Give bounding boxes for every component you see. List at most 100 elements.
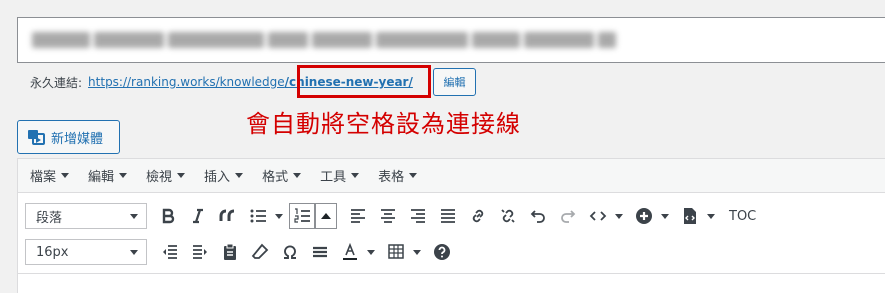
- bold-icon: [162, 208, 175, 224]
- toolbar-row-2: 16px: [18, 234, 885, 270]
- omega-icon: [284, 245, 296, 259]
- permalink-slug[interactable]: /chinese-new-year/: [285, 75, 413, 89]
- permalink-base-url[interactable]: https://ranking.works/knowledge: [88, 75, 285, 89]
- toolbar-row-1: 段落 TOC: [18, 198, 885, 234]
- horizontal-rule-icon: [313, 246, 327, 258]
- menu-format[interactable]: 格式: [262, 166, 302, 185]
- chevron-down-icon[interactable]: [413, 249, 421, 255]
- link-icon: [472, 209, 484, 223]
- font-size-select[interactable]: 16px: [25, 239, 147, 265]
- align-center-icon: [381, 209, 395, 223]
- menu-view-label: 檢視: [146, 170, 173, 185]
- file-code-icon: [684, 208, 696, 224]
- menu-insert[interactable]: 插入: [204, 166, 244, 185]
- insert-link-button[interactable]: [463, 202, 493, 230]
- chevron-down-icon[interactable]: [707, 213, 715, 219]
- align-left-icon: [351, 209, 365, 223]
- code-button[interactable]: [583, 202, 613, 230]
- indent-button[interactable]: [185, 238, 215, 266]
- outdent-icon: [163, 245, 177, 259]
- help-button[interactable]: [427, 238, 457, 266]
- edit-slug-button[interactable]: 編輯: [433, 68, 476, 96]
- format-select-value: 段落: [36, 210, 63, 226]
- indent-icon: [193, 245, 207, 259]
- bullet-list-icon: [250, 209, 266, 223]
- menu-table-label: 表格: [378, 170, 405, 185]
- permalink-row: 永久連結: https://ranking.works/knowledge /c…: [30, 72, 413, 92]
- undo-icon: [530, 210, 545, 223]
- add-media-label: 新增媒體: [51, 131, 104, 147]
- outdent-button[interactable]: [155, 238, 185, 266]
- editor-menubar: 檔案 編輯 檢視 插入 格式 工具 表格: [18, 159, 885, 193]
- format-select[interactable]: 段落: [25, 203, 147, 229]
- insert-plus-split[interactable]: [629, 202, 675, 230]
- media-icon: [28, 130, 45, 145]
- align-right-icon: [411, 209, 425, 223]
- insert-template-button[interactable]: [675, 202, 705, 230]
- menu-edit[interactable]: 編輯: [88, 166, 128, 185]
- add-media-button[interactable]: 新增媒體: [17, 120, 120, 154]
- bullet-list-button[interactable]: [243, 202, 273, 230]
- chevron-down-icon: [119, 173, 128, 178]
- clear-format-button[interactable]: [245, 238, 275, 266]
- chevron-down-icon: [409, 173, 418, 178]
- toc-button[interactable]: TOC: [729, 209, 756, 224]
- chevron-down-icon: [235, 173, 244, 178]
- text-color-icon: [343, 243, 357, 260]
- bullet-list-split[interactable]: [243, 202, 289, 230]
- text-color-button[interactable]: [335, 238, 365, 266]
- code-split[interactable]: [583, 202, 629, 230]
- insert-plus-button[interactable]: [629, 202, 659, 230]
- plus-circle-icon: [636, 208, 652, 224]
- remove-link-button[interactable]: [493, 202, 523, 230]
- chevron-down-icon: [61, 173, 70, 178]
- align-justify-button[interactable]: [433, 202, 463, 230]
- menu-edit-label: 編輯: [88, 170, 115, 185]
- chevron-down-icon: [177, 173, 186, 178]
- editor: 檔案 編輯 檢視 插入 格式 工具 表格 段落 TOC 16px: [17, 158, 885, 293]
- align-center-button[interactable]: [373, 202, 403, 230]
- align-left-button[interactable]: [343, 202, 373, 230]
- menu-view[interactable]: 檢視: [146, 166, 186, 185]
- chevron-down-icon[interactable]: [661, 213, 669, 219]
- quote-icon: [219, 209, 235, 221]
- paste-text-button[interactable]: [215, 238, 245, 266]
- font-size-value: 16px: [36, 244, 69, 260]
- italic-button[interactable]: [183, 202, 213, 230]
- menu-tools[interactable]: 工具: [320, 166, 360, 185]
- blockquote-button[interactable]: [213, 202, 243, 230]
- numbered-list-dropdown[interactable]: [315, 203, 337, 229]
- blurred-title-text: [32, 28, 672, 52]
- undo-button[interactable]: [523, 202, 553, 230]
- table-split[interactable]: [381, 238, 427, 266]
- chevron-down-icon[interactable]: [367, 249, 375, 255]
- chevron-down-icon: [130, 249, 138, 255]
- redo-button: [553, 202, 583, 230]
- menu-file[interactable]: 檔案: [30, 166, 70, 185]
- chevron-down-icon: [130, 213, 138, 219]
- bold-button[interactable]: [153, 202, 183, 230]
- align-justify-icon: [441, 209, 455, 223]
- table-button[interactable]: [381, 238, 411, 266]
- post-title-input[interactable]: [17, 17, 885, 63]
- editor-content-area[interactable]: [18, 273, 885, 293]
- menu-table[interactable]: 表格: [378, 166, 418, 185]
- special-char-button[interactable]: [275, 238, 305, 266]
- chevron-down-icon[interactable]: [275, 213, 283, 219]
- table-icon: [388, 244, 404, 259]
- numbered-list-button[interactable]: [289, 203, 315, 229]
- menu-format-label: 格式: [262, 170, 289, 185]
- text-color-split[interactable]: [335, 238, 381, 266]
- chevron-down-icon[interactable]: [615, 213, 623, 219]
- horizontal-rule-button[interactable]: [305, 238, 335, 266]
- menu-tools-label: 工具: [320, 170, 347, 185]
- align-right-button[interactable]: [403, 202, 433, 230]
- chevron-down-icon: [351, 173, 360, 178]
- triangle-up-icon: [321, 213, 331, 219]
- numbered-list-icon: [294, 208, 310, 223]
- eraser-icon: [251, 243, 269, 259]
- insert-template-split[interactable]: [675, 202, 721, 230]
- menu-insert-label: 插入: [204, 170, 231, 185]
- annotation-text: 會自動將空格設為連接線: [246, 110, 521, 138]
- chevron-down-icon: [293, 173, 302, 178]
